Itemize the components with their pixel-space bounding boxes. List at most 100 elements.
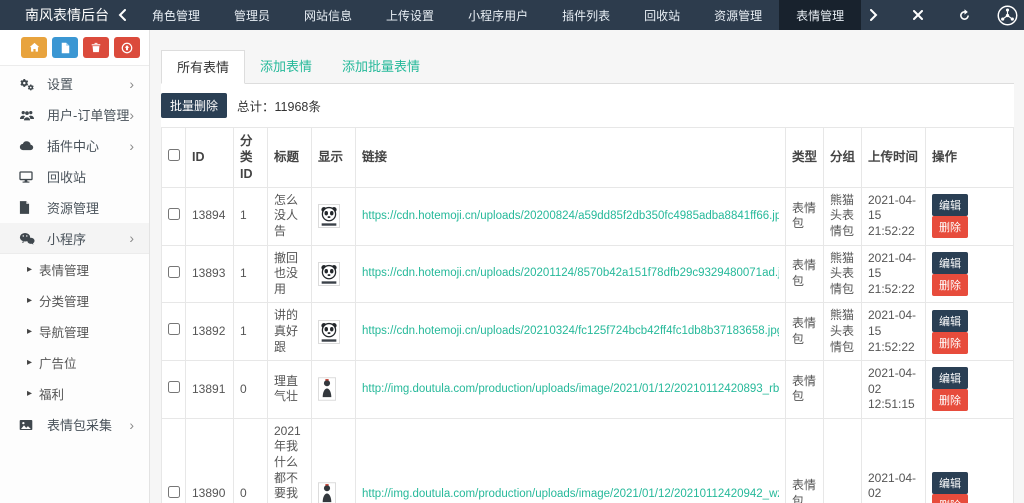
sidebar-subitem[interactable]: ▸广告位 — [0, 347, 149, 378]
avatar[interactable] — [997, 5, 1018, 26]
row-checkbox[interactable] — [168, 486, 180, 498]
sidebar-item[interactable]: 用户-订单管理› — [0, 99, 149, 130]
delete-button[interactable]: 删除 — [932, 332, 968, 354]
chevron-left-icon[interactable] — [109, 0, 135, 30]
content-sheet: 批量删除 总计：11968条 ID分类ID标题显示链接类型分组上传时间操作 13… — [161, 84, 1014, 503]
sidebar-item[interactable]: 表情包采集› — [0, 409, 149, 440]
row-checkbox[interactable] — [168, 323, 180, 335]
topnav-item[interactable]: 表情管理 — [779, 0, 861, 30]
cell-actions: 编辑删除 — [926, 187, 1014, 245]
column-header: 分组 — [824, 128, 862, 188]
topnav-item[interactable]: 资源管理 — [697, 0, 779, 30]
image-link[interactable]: http://img.doutula.com/production/upload… — [362, 487, 779, 502]
sidebar-item[interactable]: 设置› — [0, 68, 149, 99]
image-link[interactable]: https://cdn.hotemoji.cn/uploads/20201124… — [362, 266, 779, 281]
table-row: 13890 0 2021年我什么都不要我只要看到这个表情 http://img.… — [162, 418, 1014, 503]
sidebar-subitem[interactable]: ▸福利 — [0, 378, 149, 409]
tab[interactable]: 添加表情 — [245, 50, 327, 83]
image-icon — [19, 419, 39, 431]
sidebar-item[interactable]: 小程序 › — [0, 223, 149, 254]
cloud-icon — [19, 140, 39, 151]
sidebar-item-label: 小程序 — [47, 229, 86, 248]
delete-button[interactable]: 删除 — [932, 389, 968, 411]
panda-thumb-icon — [318, 262, 349, 286]
image-link[interactable]: https://cdn.hotemoji.cn/uploads/20200824… — [362, 209, 779, 224]
sidebar-subitem-label: 分类管理 — [39, 291, 89, 310]
edit-button[interactable]: 编辑 — [932, 367, 968, 389]
cell-link: http://img.doutula.com/production/upload… — [356, 361, 786, 419]
column-header: 类型 — [786, 128, 824, 188]
edit-button[interactable]: 编辑 — [932, 194, 968, 216]
quick-buttons — [0, 30, 149, 66]
delete-button[interactable]: 删除 — [932, 494, 968, 503]
edit-button[interactable]: 编辑 — [932, 472, 968, 494]
desktop-icon — [19, 171, 39, 183]
close-icon[interactable] — [904, 10, 932, 20]
image-link[interactable]: https://cdn.hotemoji.cn/uploads/20210324… — [362, 324, 779, 339]
trash-button[interactable] — [83, 37, 109, 58]
delete-button[interactable]: 删除 — [932, 274, 968, 296]
edit-button[interactable]: 编辑 — [932, 310, 968, 332]
chevron-right-icon: › — [129, 108, 134, 122]
select-all-checkbox[interactable] — [168, 149, 180, 161]
sidebar-subitem-label: 导航管理 — [39, 322, 89, 341]
sidebar-item-label: 插件中心 — [47, 136, 99, 155]
chevron-right-icon[interactable] — [861, 9, 887, 21]
row-checkbox[interactable] — [168, 266, 180, 278]
sidebar-item-label: 表情包采集 — [47, 415, 112, 434]
cell-category-id: 1 — [234, 245, 268, 303]
topnav-item[interactable]: 小程序用户 — [451, 0, 545, 30]
sidebar-menu: 设置›用户-订单管理›插件中心›回收站资源管理小程序›▸表情管理▸分类管理▸导航… — [0, 66, 149, 440]
cell-link: https://cdn.hotemoji.cn/uploads/20210324… — [356, 303, 786, 361]
topnav-item[interactable]: 插件列表 — [545, 0, 627, 30]
tab[interactable]: 添加批量表情 — [327, 50, 435, 83]
cell-id: 13894 — [186, 187, 234, 245]
recycle-upload-button[interactable] — [114, 37, 140, 58]
sidebar-item[interactable]: 资源管理 — [0, 192, 149, 223]
cell-group — [824, 418, 862, 503]
sidebar-subitem-label: 广告位 — [39, 353, 77, 372]
cell-upload-time: 2021-04-02 12:51:15 — [862, 418, 926, 503]
refresh-icon[interactable] — [949, 9, 980, 22]
figure-thumb-icon — [318, 377, 349, 401]
chevron-right-icon: › — [129, 139, 134, 153]
emoji-table: ID分类ID标题显示链接类型分组上传时间操作 13894 1 怎么没人告 htt… — [161, 127, 1014, 503]
total-count: 总计：11968条 — [237, 96, 321, 115]
sidebar-subitem[interactable]: ▸ 分类管理 — [0, 285, 149, 316]
edit-button[interactable]: 编辑 — [932, 252, 968, 274]
cell-upload-time: 2021-04-15 21:52:22 — [862, 245, 926, 303]
topnav-item[interactable]: 管理员 — [217, 0, 287, 30]
cell-group: 熊猫头表情包 — [824, 245, 862, 303]
topnav-item[interactable]: 角色管理 — [135, 0, 217, 30]
sidebar-subitem[interactable]: ▸导航管理 — [0, 316, 149, 347]
column-header: 链接 — [356, 128, 786, 188]
cell-category-id: 0 — [234, 418, 268, 503]
sidebar-subitem[interactable]: ▸表情管理 — [0, 254, 149, 285]
chevron-right-icon: › — [129, 231, 134, 245]
row-checkbox[interactable] — [168, 208, 180, 220]
cell-id: 13890 — [186, 418, 234, 503]
table-row: 13891 0 理直气壮 http://img.doutula.com/prod… — [162, 361, 1014, 419]
sidebar-item-label: 回收站 — [47, 167, 86, 186]
toolbar: 批量删除 总计：11968条 — [161, 93, 1014, 127]
cell-group — [824, 361, 862, 419]
topnav-item[interactable]: 回收站 — [627, 0, 697, 30]
file-button[interactable] — [52, 37, 78, 58]
delete-button[interactable]: 删除 — [932, 216, 968, 238]
sidebar-item[interactable]: 插件中心 › — [0, 130, 149, 161]
bulk-delete-button[interactable]: 批量删除 — [161, 93, 227, 118]
cell-upload-time: 2021-04-15 21:52:22 — [862, 187, 926, 245]
row-checkbox[interactable] — [168, 381, 180, 393]
topbar-controls: 欢迎, admin ▾ — [861, 0, 1024, 30]
triangle-right-icon: ▸ — [27, 388, 32, 399]
tab[interactable]: 所有表情 — [161, 50, 245, 84]
sidebar-item[interactable]: 回收站 — [0, 161, 149, 192]
topnav-item[interactable]: 网站信息 — [287, 0, 369, 30]
triangle-right-icon: ▸ — [27, 295, 32, 306]
image-link[interactable]: http://img.doutula.com/production/upload… — [362, 382, 779, 397]
topnav-item[interactable]: 上传设置 — [369, 0, 451, 30]
cell-title: 讲的真好跟 — [268, 303, 312, 361]
home-button[interactable] — [21, 37, 47, 58]
document-icon — [19, 201, 39, 214]
panda-thumb-icon — [318, 320, 349, 344]
